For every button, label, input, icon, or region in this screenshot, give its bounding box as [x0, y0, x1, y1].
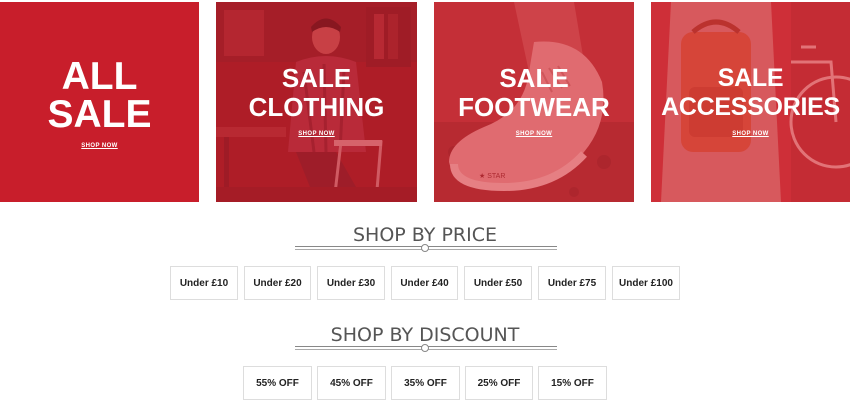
divider-circle-ornament: [421, 244, 429, 252]
shop-by-discount-heading: SHOP BY DISCOUNT: [0, 324, 850, 346]
discount-filter-button[interactable]: 25% OFF: [465, 366, 533, 400]
tile-title-line: ACCESSORIES: [661, 93, 840, 121]
section-title: SHOP BY DISCOUNT: [330, 324, 520, 346]
shop-by-price-heading: SHOP BY PRICE: [0, 224, 850, 246]
shop-now-link[interactable]: SHOP NOW: [298, 131, 334, 137]
price-filter-button[interactable]: Under £30: [317, 266, 385, 300]
tile-all-sale[interactable]: ALL SALE SHOP NOW: [0, 2, 199, 202]
tile-title-line: SALE: [717, 64, 784, 92]
tile-text-block: SALE FOOTWEAR SHOP NOW: [434, 64, 634, 202]
shop-now-link[interactable]: SHOP NOW: [732, 131, 768, 137]
sale-category-tiles: ALL SALE SHOP NOW SALE CLOTHING SHOP NOW…: [0, 2, 850, 202]
tile-title-line: ALL: [61, 55, 138, 98]
price-filter-button[interactable]: Under £75: [538, 266, 606, 300]
tile-text-block: ALL SALE SHOP NOW: [0, 55, 199, 202]
price-filter-button[interactable]: Under £50: [464, 266, 532, 300]
discount-filter-buttons: 55% OFF 45% OFF 35% OFF 25% OFF 15% OFF: [0, 366, 850, 402]
discount-filter-button[interactable]: 15% OFF: [538, 366, 607, 400]
divider-circle-ornament: [421, 344, 429, 352]
section-title: SHOP BY PRICE: [353, 224, 497, 246]
price-filter-button[interactable]: Under £100: [612, 266, 680, 300]
tile-title-line: SALE: [499, 63, 569, 93]
price-filter-button[interactable]: Under £10: [170, 266, 238, 300]
tile-sale-footwear[interactable]: ★ STAR SALE FOOTWEAR SHOP NOW: [434, 2, 634, 202]
tile-title-line: SALE: [281, 63, 352, 93]
discount-filter-button[interactable]: 45% OFF: [317, 366, 386, 400]
shop-now-link[interactable]: SHOP NOW: [516, 131, 552, 137]
ornamental-divider: [295, 244, 557, 253]
tile-text-block: SALE ACCESSORIES SHOP NOW: [651, 64, 850, 202]
ornamental-divider: [295, 344, 557, 353]
tile-title-line: FOOTWEAR: [458, 92, 610, 122]
shop-now-link[interactable]: SHOP NOW: [81, 143, 117, 149]
tile-text-block: SALE CLOTHING SHOP NOW: [216, 64, 417, 202]
discount-filter-button[interactable]: 35% OFF: [391, 366, 460, 400]
price-filter-button[interactable]: Under £40: [391, 266, 458, 300]
tile-sale-accessories[interactable]: SALE ACCESSORIES SHOP NOW: [651, 2, 850, 202]
tile-title-line: CLOTHING: [248, 92, 385, 122]
tile-title-line: SALE: [47, 93, 152, 136]
tile-sale-clothing[interactable]: SALE CLOTHING SHOP NOW: [216, 2, 417, 202]
price-filter-button[interactable]: Under £20: [244, 266, 311, 300]
price-filter-buttons: Under £10 Under £20 Under £30 Under £40 …: [0, 266, 850, 302]
discount-filter-button[interactable]: 55% OFF: [243, 366, 312, 400]
